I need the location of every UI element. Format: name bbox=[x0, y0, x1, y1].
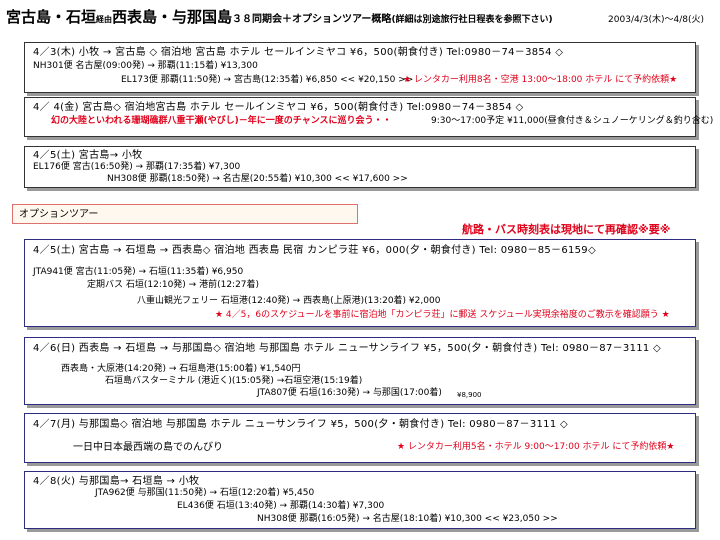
title-via: 経由 bbox=[96, 15, 113, 24]
day-0403-summary: 4／3(木) 小牧 → 宮古島 ◇ 宿泊地 宮古島 ホテル セールインミヤコ ¥… bbox=[33, 47, 564, 58]
day-0404-activity: 9:30～17:00予定 ¥11,000(昼食付き＆シュノーケリング＆釣り含む) bbox=[431, 116, 714, 126]
option-0406-flight-price: ¥8,900 bbox=[457, 391, 482, 399]
option-0407-rental-note: ★ レンタカー利用5名・ホテル 9:00～17:00 ホテル にて予約依頼★ bbox=[397, 442, 675, 452]
option-0405-summary: 4／5(土) 宮古島 → 石垣島 → 西表島◇ 宿泊地 西表島 民宿 カンピラ荘… bbox=[33, 245, 596, 256]
option-0405-request-note: ★ 4／5，6のスケジュールを事前に宿泊地「カンピラ荘」に郵送 スケジュール実現… bbox=[215, 310, 670, 320]
day-0403-rental-note: ★ レンタカー利用8名・空港 13:00～18:00 ホテル にて予約依頼★ bbox=[403, 75, 678, 85]
day-box-0405-return: 4／5(土) 宮古島→ 小牧 EL176便 宮古(16:50発) → 那覇(17… bbox=[24, 146, 696, 188]
option-0406-summary: 4／6(日) 西表島 → 石垣島 → 与那国島◇ 宿泊地 与那国島 ホテル ニュ… bbox=[33, 343, 662, 354]
option-0408-flight-3: NH308便 那覇(16:05発) → 名古屋(18:10着) ¥10,300 … bbox=[257, 514, 558, 524]
option-0405-bus: 定期バス 石垣(12:10発) → 港前(12:27着) bbox=[87, 280, 260, 290]
option-0406-flight: JTA807便 石垣(16:30発) → 与那国(17:00着) bbox=[257, 388, 442, 398]
option-0405-flight: JTA941便 宮古(11:05発) → 石垣(11:35着) ¥6,950 bbox=[33, 267, 244, 277]
day-0404-summary: 4／ 4(金) 宮古島◇ 宿泊地宮古島 ホテル セールインミヤコ ¥6，500(… bbox=[33, 102, 524, 113]
option-0408-flight-2: EL436便 石垣(13:40発) → 那覇(14:30着) ¥7,300 bbox=[177, 501, 385, 511]
option-0407-activity: 一日中日本最西端の島でのんびり bbox=[73, 442, 223, 453]
timetable-alert: 航路・バス時刻表は現地にて再確認※要※ bbox=[462, 223, 671, 236]
option-0408-flight-1: JTA962便 与那国(11:50発) → 石垣(12:20着) ¥5,450 bbox=[95, 488, 315, 498]
option-0407-summary: 4／7(月) 与那国島◇ 宿泊地 与那国島 ホテル ニューサンライフ ¥5，50… bbox=[33, 419, 568, 430]
option-0405-ferry: 八重山観光フェリー 石垣港(12:40発) → 西表島(上原港)(13:20着)… bbox=[137, 296, 441, 306]
option-0408-summary: 4／8(火) 与那国島→ 石垣島 → 小牧 bbox=[33, 476, 200, 487]
day-0405-flight-1: EL176便 宮古(16:50発) → 那覇(17:35着) ¥7,300 bbox=[33, 162, 241, 172]
day-0405-flight-2: NH308便 那覇(18:50発) → 名古屋(20:55着) ¥10,300 … bbox=[107, 174, 408, 184]
title-summary: ３８同期会＋オプションツアー概略 bbox=[232, 14, 392, 25]
title-islands: 宮古島・石垣 bbox=[6, 8, 97, 26]
option-day-box-0405: 4／5(土) 宮古島 → 石垣島 → 西表島◇ 宿泊地 西表島 民宿 カンピラ荘… bbox=[24, 239, 696, 327]
day-0405-summary: 4／5(土) 宮古島→ 小牧 bbox=[33, 150, 143, 161]
option-day-box-0407: 4／7(月) 与那国島◇ 宿泊地 与那国島 ホテル ニューサンライフ ¥5，50… bbox=[24, 413, 696, 463]
page-title: 宮古島・石垣経由西表島・与那国島３８同期会＋オプションツアー概略(詳細は別途旅行… bbox=[6, 6, 553, 27]
date-range: 2003/4/3(木)～4/8(火) bbox=[608, 15, 704, 25]
option-tour-label: オプションツアー bbox=[12, 204, 358, 224]
day-box-0403: 4／3(木) 小牧 → 宮古島 ◇ 宿泊地 宮古島 ホテル セールインミヤコ ¥… bbox=[24, 42, 696, 93]
title-destination: 西表島・与那国島 bbox=[112, 8, 233, 26]
option-0406-bus: 石垣島バスターミナル (港近く)(15:05発) →石垣空港(15:19着) bbox=[105, 376, 363, 386]
option-0406-ferry: 西表島・大原港(14:20発) → 石垣島港(15:00着) ¥1,540円 bbox=[61, 364, 301, 374]
option-day-box-0406: 4／6(日) 西表島 → 石垣島 → 与那国島◇ 宿泊地 与那国島 ホテル ニュ… bbox=[24, 337, 696, 405]
day-0404-highlight: 幻の大陸といわれる珊瑚礁群八重干瀬(やびし)－年に一度のチャンスに巡り会う・・ bbox=[51, 116, 392, 126]
day-box-0404: 4／ 4(金) 宮古島◇ 宿泊地宮古島 ホテル セールインミヤコ ¥6，500(… bbox=[24, 97, 713, 137]
title-note: (詳細は別途旅行社日程表を参照下さい) bbox=[391, 15, 553, 25]
day-0403-flight-2: EL173便 那覇(11:50発) → 宮古島(12:35着) ¥6,850 <… bbox=[121, 75, 414, 85]
option-day-box-0408: 4／8(火) 与那国島→ 石垣島 → 小牧 JTA962便 与那国(11:50発… bbox=[24, 471, 696, 529]
day-0403-flight-1: NH301便 名古屋(09:00発) → 那覇(11:15着) ¥13,300 bbox=[33, 61, 258, 71]
